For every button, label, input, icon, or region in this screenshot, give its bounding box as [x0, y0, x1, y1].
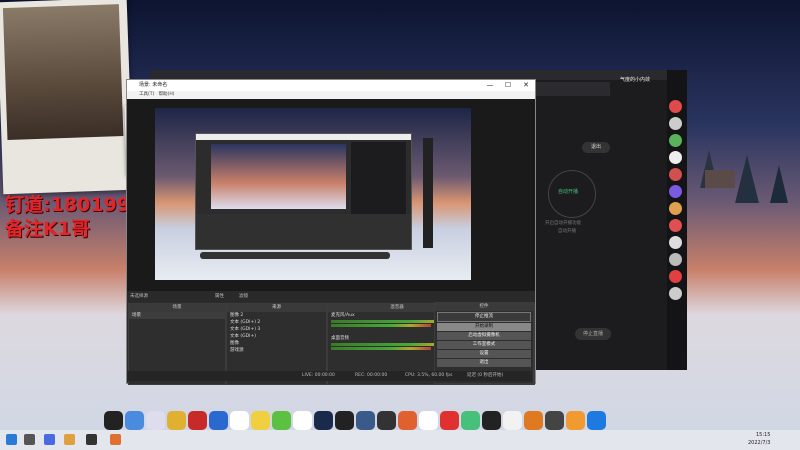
dock-icon[interactable]: [125, 411, 144, 430]
app-icon[interactable]: [669, 100, 682, 113]
controls-title: 控件: [435, 303, 533, 311]
virtual-camera-button[interactable]: 启动虚拟摄像机: [437, 332, 531, 340]
obs-title: 场景: 未命名: [139, 82, 168, 88]
overlay-note: 备注K1哥: [5, 218, 90, 240]
app-icon[interactable]: [669, 117, 682, 130]
taskbar: 15:15 2022/7/3: [0, 430, 800, 450]
live-app-toolbar: [530, 82, 610, 96]
source-item[interactable]: 图像: [227, 340, 326, 347]
dock-icon[interactable]: [524, 411, 543, 430]
dock-icon[interactable]: [461, 411, 480, 430]
dock-icon[interactable]: [230, 411, 249, 430]
exit-button[interactable]: 退出: [582, 142, 610, 153]
taskbar-icon[interactable]: [86, 434, 97, 445]
menu-help[interactable]: 帮助(H): [159, 92, 175, 97]
nested-dock: [200, 252, 390, 259]
source-item[interactable]: 文本 (GDI+) 3: [227, 326, 326, 333]
dock-icon[interactable]: [209, 411, 228, 430]
volume-slider[interactable]: [331, 324, 431, 327]
clock-time: 15:15: [756, 432, 771, 438]
clock-date: 2022/7/3: [748, 440, 771, 446]
settings-button[interactable]: 设置: [437, 350, 531, 358]
windows-start-icon[interactable]: [6, 434, 17, 445]
app-icon[interactable]: [669, 287, 682, 300]
dock-icon[interactable]: [482, 411, 501, 430]
source-item[interactable]: 游戏源: [227, 347, 326, 354]
obs-menubar: 工具(T) 帮助(H): [127, 91, 535, 99]
dock-icon[interactable]: [545, 411, 564, 430]
dock-icon[interactable]: [419, 411, 438, 430]
app-icon[interactable]: [669, 236, 682, 249]
app-icon[interactable]: [669, 219, 682, 232]
app-icon[interactable]: [669, 185, 682, 198]
scenes-title: 场景: [129, 304, 225, 312]
menu-tools[interactable]: 工具(T): [139, 92, 154, 97]
no-source-label: 未选择源: [130, 294, 148, 299]
cpu-fps: CPU: 3.5%, 60.00 fps: [405, 373, 453, 378]
track-name: 桌面音频: [331, 336, 349, 341]
dock-icon[interactable]: [377, 411, 396, 430]
live-time: LIVE: 00:00:00: [302, 373, 335, 378]
studio-mode-button[interactable]: 工作室模式: [437, 341, 531, 349]
scene-item[interactable]: 场景: [129, 312, 225, 319]
auto-start-hint2: 自动开播: [558, 229, 576, 234]
app-icon[interactable]: [669, 151, 682, 164]
dock-icon[interactable]: [293, 411, 312, 430]
start-recording-button[interactable]: 开始录制: [437, 323, 531, 331]
app-icon[interactable]: [669, 270, 682, 283]
source-toolbar: 未选择源 属性 滤镜: [127, 291, 535, 302]
app-icon[interactable]: [669, 253, 682, 266]
source-item[interactable]: 文本 (GDI+): [227, 333, 326, 340]
source-item[interactable]: 文本 (GDI+) 2: [227, 319, 326, 326]
sources-title: 来源: [227, 304, 326, 312]
dock-icon[interactable]: [146, 411, 165, 430]
dock-icon[interactable]: [272, 411, 291, 430]
auto-start-hint: 开启自动开播功能: [545, 221, 581, 226]
taskbar-icon[interactable]: [64, 434, 75, 445]
taskbar-icon[interactable]: [110, 434, 121, 445]
dock-icon[interactable]: [335, 411, 354, 430]
auto-start-label: 自动开播: [558, 189, 579, 195]
delay-status: 延迟 (0 秒后开始): [467, 373, 504, 378]
app-icon[interactable]: [669, 134, 682, 147]
rec-time: REC: 00:00:00: [355, 373, 388, 378]
dock-icon[interactable]: [587, 411, 606, 430]
close-button[interactable]: ✕: [517, 80, 535, 91]
preview-canvas: [155, 108, 471, 280]
obs-titlebar[interactable]: 场景: 未命名 — ☐ ✕: [127, 80, 535, 91]
obs-statusbar: LIVE: 00:00:00 REC: 00:00:00 CPU: 3.5%, …: [127, 371, 532, 381]
minimize-button[interactable]: —: [481, 80, 499, 91]
dock-icon[interactable]: [188, 411, 207, 430]
exit-obs-button[interactable]: 退出: [437, 359, 531, 367]
dock-icon[interactable]: [356, 411, 375, 430]
stop-live-button[interactable]: 停止直播: [575, 328, 611, 340]
dock-icon[interactable]: [440, 411, 459, 430]
app-icon[interactable]: [669, 168, 682, 181]
taskbar-icon[interactable]: [44, 434, 55, 445]
taskbar-icon[interactable]: [24, 434, 35, 445]
source-item[interactable]: 图像 2: [227, 312, 326, 319]
photo-overlay: [0, 0, 165, 195]
dock-icon[interactable]: [314, 411, 333, 430]
filters-button[interactable]: 滤镜: [239, 293, 248, 299]
track-name: 麦克风/Aux: [331, 313, 355, 318]
dock-icon[interactable]: [503, 411, 522, 430]
app-icon[interactable]: [669, 202, 682, 215]
volume-slider[interactable]: [331, 347, 431, 350]
dock-icon[interactable]: [104, 411, 123, 430]
dock-icon[interactable]: [251, 411, 270, 430]
house: [705, 170, 735, 188]
dock-icon[interactable]: [167, 411, 186, 430]
dock-icon[interactable]: [566, 411, 585, 430]
stop-stream-button[interactable]: 停止推流: [437, 312, 531, 322]
side-icon-column: [669, 100, 685, 304]
photo-image: [2, 4, 124, 141]
obs-preview[interactable]: [127, 99, 535, 291]
dock-icon[interactable]: [398, 411, 417, 430]
live-app-brand: 气度的小内敛: [620, 77, 651, 83]
properties-button[interactable]: 属性: [215, 293, 224, 299]
nested-icons: [423, 138, 433, 248]
nested-obs: [195, 133, 412, 250]
maximize-button[interactable]: ☐: [499, 80, 517, 91]
